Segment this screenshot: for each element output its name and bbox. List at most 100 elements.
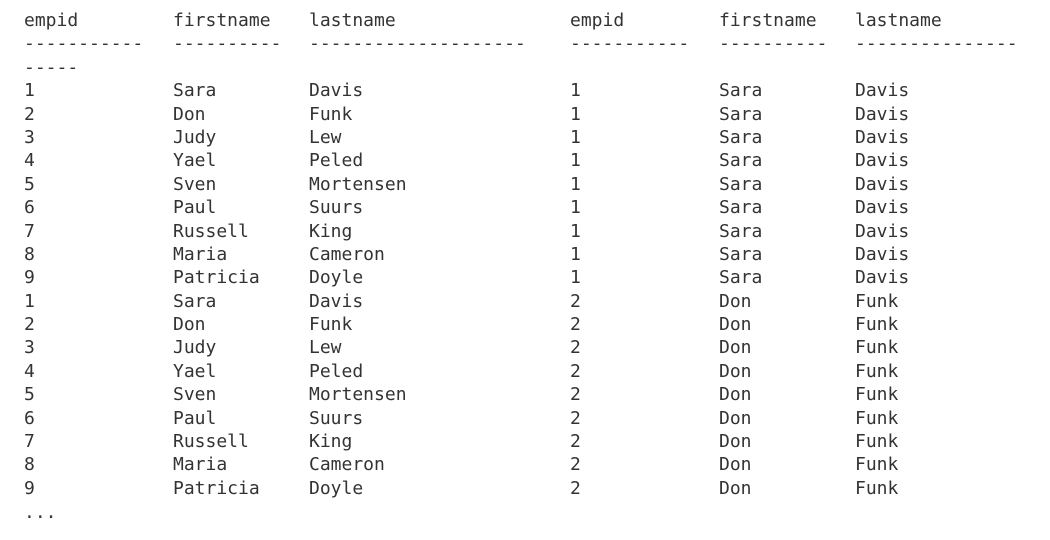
cell-firstname-2: Don (719, 337, 752, 359)
cell-firstname: Yael (173, 150, 217, 172)
cell-lastname: Mortensen (309, 173, 407, 195)
table-row: 4 Yael Peled 2 Don Funk (24, 360, 1044, 383)
cell-empid-2: 2 (570, 337, 581, 359)
cell-lastname-2: Funk (855, 290, 899, 312)
cell-empid-2: 2 (570, 384, 581, 406)
table-row: 9 Patricia Doyle 2 Don Funk (24, 477, 1044, 500)
header-row: empid firstname lastname empid firstname… (24, 9, 1044, 32)
cell-lastname: Peled (309, 150, 364, 172)
cell-firstname: Maria (173, 454, 228, 476)
cell-lastname: Mortensen (309, 384, 407, 406)
cell-firstname: Patricia (173, 477, 260, 499)
cell-lastname-2: Davis (855, 126, 910, 148)
cell-empid: 6 (24, 407, 35, 429)
cell-firstname-2: Sara (719, 267, 763, 289)
cell-firstname-2: Sara (719, 243, 763, 265)
cell-lastname-2: Davis (855, 103, 910, 125)
cell-empid: 8 (24, 454, 35, 476)
cell-lastname-2: Davis (855, 267, 910, 289)
cell-empid: 1 (24, 80, 35, 102)
cell-empid-2: 2 (570, 290, 581, 312)
table-row: 5 Sven Mortensen 1 Sara Davis (24, 173, 1044, 196)
cell-empid-2: 1 (570, 126, 581, 148)
cell-empid: 4 (24, 360, 35, 382)
cell-empid-2: 2 (570, 360, 581, 382)
cell-firstname: Paul (173, 407, 217, 429)
cell-lastname-2: Davis (855, 220, 910, 242)
cell-lastname: Cameron (309, 243, 385, 265)
cell-empid-2: 1 (570, 173, 581, 195)
cell-firstname-2: Don (719, 454, 752, 476)
separator-overflow: ----- (24, 56, 79, 78)
cell-firstname-2: Sara (719, 80, 763, 102)
cell-lastname-2: Funk (855, 407, 899, 429)
cell-empid-2: 1 (570, 220, 581, 242)
cell-firstname: Sara (173, 80, 217, 102)
cell-empid-2: 1 (570, 243, 581, 265)
cell-empid: 2 (24, 103, 35, 125)
cell-firstname: Patricia (173, 267, 260, 289)
cell-empid: 9 (24, 477, 35, 499)
cell-lastname-2: Davis (855, 243, 910, 265)
cell-lastname: King (309, 220, 353, 242)
cell-lastname: Funk (309, 103, 353, 125)
result-rows: 1 Sara Davis 1 Sara Davis 2 Don Funk 1 Sara Davis 3 J… (24, 79, 1044, 500)
table-row: 8 Maria Cameron 1 Sara Davis (24, 243, 1044, 266)
cell-lastname: Davis (309, 290, 364, 312)
cell-empid-2: 1 (570, 267, 581, 289)
cell-lastname-2: Davis (855, 197, 910, 219)
cell-empid-2: 1 (570, 103, 581, 125)
cell-empid-2: 2 (570, 454, 581, 476)
cell-lastname: Doyle (309, 477, 364, 499)
cell-empid: 8 (24, 243, 35, 265)
cell-firstname: Don (173, 103, 206, 125)
separator: ---------- (173, 33, 282, 55)
cell-empid: 4 (24, 150, 35, 172)
cell-firstname-2: Don (719, 384, 752, 406)
cell-firstname-2: Don (719, 407, 752, 429)
cell-firstname-2: Sara (719, 103, 763, 125)
cell-lastname: Lew (309, 337, 342, 359)
table-row: 1 Sara Davis 2 Don Funk (24, 290, 1044, 313)
cell-empid: 3 (24, 126, 35, 148)
cell-empid: 1 (24, 290, 35, 312)
cell-lastname: Funk (309, 314, 353, 336)
cell-firstname-2: Don (719, 431, 752, 453)
cell-firstname-2: Don (719, 477, 752, 499)
separator: -------------------- (309, 33, 526, 55)
cell-lastname-2: Funk (855, 431, 899, 453)
header-firstname: firstname (173, 10, 271, 31)
cell-firstname-2: Sara (719, 126, 763, 148)
table-row: 6 Paul Suurs 1 Sara Davis (24, 196, 1044, 219)
cell-empid-2: 2 (570, 431, 581, 453)
cell-firstname-2: Sara (719, 220, 763, 242)
cell-empid-2: 1 (570, 80, 581, 102)
cell-lastname: Lew (309, 126, 342, 148)
cell-lastname-2: Davis (855, 80, 910, 102)
cell-empid-2: 2 (570, 314, 581, 336)
header-lastname-2: lastname (855, 10, 942, 31)
cell-firstname: Sven (173, 173, 217, 195)
cell-firstname: Judy (173, 337, 217, 359)
cell-lastname-2: Funk (855, 477, 899, 499)
cell-firstname: Sven (173, 384, 217, 406)
separator-row: ----------- ---------- -----------------… (24, 32, 1044, 55)
cell-firstname: Sara (173, 290, 217, 312)
cell-lastname-2: Funk (855, 360, 899, 382)
cell-empid: 5 (24, 173, 35, 195)
cell-lastname-2: Davis (855, 150, 910, 172)
table-row: 8 Maria Cameron 2 Don Funk (24, 453, 1044, 476)
cell-firstname: Paul (173, 197, 217, 219)
table-row: 2 Don Funk 1 Sara Davis (24, 103, 1044, 126)
header-empid-2: empid (570, 10, 625, 31)
cell-firstname: Judy (173, 126, 217, 148)
cell-lastname-2: Funk (855, 384, 899, 406)
cell-firstname-2: Sara (719, 197, 763, 219)
cell-firstname: Russell (173, 431, 249, 453)
cell-firstname: Yael (173, 360, 217, 382)
cell-lastname-2: Funk (855, 337, 899, 359)
cell-firstname: Don (173, 314, 206, 336)
cell-lastname-2: Funk (855, 314, 899, 336)
table-row: 1 Sara Davis 1 Sara Davis (24, 79, 1044, 102)
more-rows-ellipsis: ... (24, 502, 57, 524)
